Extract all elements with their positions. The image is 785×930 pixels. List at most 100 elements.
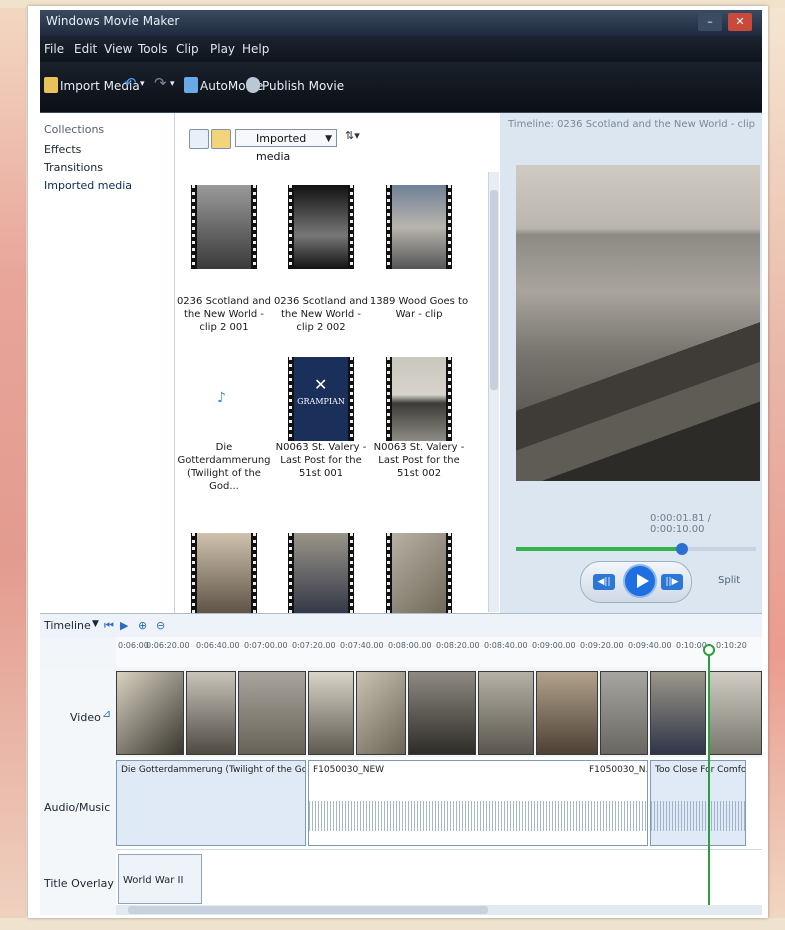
play-button[interactable]	[623, 564, 657, 598]
ruler-tick: 0:08:40.00	[484, 641, 528, 650]
playhead[interactable]	[703, 644, 715, 912]
import-media-icon	[44, 77, 58, 93]
media-thumbnail[interactable]	[386, 533, 452, 617]
redo-icon[interactable]: ↷	[154, 74, 167, 92]
media-thumbnail[interactable]	[386, 185, 452, 269]
undo-icon[interactable]: ↶	[124, 74, 137, 92]
scrollbar-thumb[interactable]	[490, 190, 498, 390]
seek-bar[interactable]	[516, 543, 756, 555]
rewind-icon[interactable]: ⏮	[104, 619, 114, 633]
audio-waveform	[651, 801, 745, 831]
automovie-icon	[184, 77, 198, 93]
media-thumbnail[interactable]	[191, 185, 257, 269]
toolbar: Import Media ↶ ▾ ↷ ▾ AutoMovie Publish M…	[40, 62, 762, 113]
scrollbar-thumb[interactable]	[128, 906, 488, 914]
audio-clip[interactable]: Too Close For Comfort	[650, 760, 746, 846]
media-caption: N0063 St. Valery - Last Post for the 51s…	[373, 442, 465, 479]
audio-clip[interactable]: Die Gotterdammerung (Twilight of the God…	[116, 760, 306, 846]
video-clip[interactable]	[238, 671, 306, 755]
timeline-ruler[interactable]: 0:06:00 0:06:20.00 0:06:40.00 0:07:00.00…	[116, 637, 762, 668]
timeline-dropdown[interactable]: Timeline	[44, 619, 91, 632]
video-track[interactable]	[116, 667, 762, 757]
collection-scrollbar[interactable]	[488, 172, 499, 612]
media-thumbnail[interactable]	[191, 533, 257, 617]
collection-dropdown[interactable]: Imported media ▼	[235, 129, 337, 163]
zoom-out-icon[interactable]: ⊖	[156, 619, 165, 632]
video-clip[interactable]	[708, 671, 762, 755]
menu-view[interactable]: View	[104, 42, 132, 56]
grampian-logo-icon: ✕	[314, 375, 328, 394]
menu-play[interactable]: Play	[210, 42, 235, 56]
video-clip[interactable]	[600, 671, 648, 755]
sort-icon[interactable]: ⇅▾	[345, 129, 363, 147]
timeline-scrollbar[interactable]	[116, 905, 762, 915]
video-clip[interactable]	[308, 671, 354, 755]
preview-pane: Timeline: 0236 Scotland and the New Worl…	[500, 113, 762, 613]
ruler-tick: 0:06:40.00	[196, 641, 240, 650]
audio-waveform	[309, 801, 647, 831]
tasks-item-effects[interactable]: Effects	[44, 143, 81, 156]
audio-clip-label: Die Gotterdammerung (Twilight of the God…	[121, 765, 306, 775]
timeline-toolbar: Timeline ▼ ⏮ ▶ ⊕ ⊖	[40, 613, 762, 638]
grampian-logo-text: GRAMPIAN	[297, 397, 345, 406]
video-clip[interactable]	[650, 671, 706, 755]
tasks-pane: Collections Effects Transitions Imported…	[40, 113, 175, 613]
ruler-tick: 0:07:20.00	[292, 641, 336, 650]
title-track-label: Title Overlay	[44, 877, 114, 890]
video-track-label: Video	[70, 711, 101, 724]
menu-edit[interactable]: Edit	[74, 42, 97, 56]
ruler-tick: 0:06:20.00	[146, 641, 190, 650]
ruler-tick: 0:06:00	[118, 641, 149, 650]
audio-track[interactable]: Die Gotterdammerung (Twilight of the God…	[116, 757, 762, 849]
collections-header: Collections	[44, 123, 105, 136]
video-clip[interactable]	[408, 671, 476, 755]
audio-clip[interactable]: F1050030_NEW F1050030_N...	[308, 760, 648, 846]
tasks-item-imported-media[interactable]: Imported media	[44, 179, 132, 192]
video-clip[interactable]	[186, 671, 236, 755]
split-button[interactable]: Split	[718, 575, 740, 586]
movie-maker-window: Windows Movie Maker – ✕ File Edit View T…	[40, 10, 762, 915]
media-thumbnail[interactable]	[288, 185, 354, 269]
media-thumbnail[interactable]	[386, 357, 452, 441]
ruler-tick: 0:07:40.00	[340, 641, 384, 650]
play-timeline-icon[interactable]: ▶	[120, 619, 128, 632]
audio-clip-label: F1050030_N...	[589, 765, 648, 775]
audio-clip-label: F1050030_NEW	[313, 765, 385, 775]
preview-title: Timeline: 0236 Scotland and the New Worl…	[508, 119, 758, 130]
menu-tools[interactable]: Tools	[138, 42, 168, 56]
seek-handle[interactable]	[676, 543, 688, 555]
title-overlay-track[interactable]: World War II	[116, 849, 762, 906]
media-caption: Die Gotterdammerung (Twilight of the God…	[177, 442, 271, 492]
zoom-in-icon[interactable]: ⊕	[138, 619, 147, 632]
tasks-item-transitions[interactable]: Transitions	[44, 161, 103, 174]
view-thumbnails-icon[interactable]	[189, 129, 209, 149]
media-thumbnail[interactable]	[288, 533, 354, 617]
expand-icon[interactable]: ⊿	[102, 707, 111, 720]
menu-file[interactable]: File	[44, 42, 64, 56]
redo-dropdown-icon[interactable]: ▾	[170, 79, 175, 89]
minimize-button[interactable]: –	[698, 13, 722, 31]
video-clip[interactable]	[116, 671, 184, 755]
collection-toolbar: Imported media ▼ ⇅▾	[175, 121, 500, 163]
previous-frame-button[interactable]: ◀||	[593, 574, 615, 590]
media-caption: 0236 Scotland and the New World - clip 2…	[176, 296, 272, 333]
undo-dropdown-icon[interactable]: ▾	[140, 79, 145, 89]
menu-bar: File Edit View Tools Clip Play Help	[40, 36, 762, 62]
title-clip[interactable]: World War II	[118, 854, 202, 904]
media-caption: 0236 Scotland and the New World - clip 2…	[273, 296, 369, 333]
folder-icon[interactable]	[211, 129, 231, 149]
chevron-down-icon[interactable]: ▼	[92, 619, 99, 629]
video-clip[interactable]	[356, 671, 406, 755]
publish-movie-button[interactable]: Publish Movie	[262, 79, 344, 93]
video-clip[interactable]	[478, 671, 534, 755]
next-frame-button[interactable]: ||▶	[661, 574, 683, 590]
video-clip[interactable]	[536, 671, 598, 755]
menu-help[interactable]: Help	[242, 42, 269, 56]
close-button[interactable]: ✕	[728, 13, 752, 31]
collection-pane: Imported media ▼ ⇅▾ 0236 Scotland and th…	[175, 113, 500, 617]
menu-clip[interactable]: Clip	[176, 42, 199, 56]
media-thumbnail[interactable]: GRAMPIAN ✕	[288, 357, 354, 441]
media-caption: N0063 St. Valery - Last Post for the 51s…	[275, 442, 367, 479]
audio-file-icon[interactable]: ♪	[217, 390, 231, 408]
ruler-tick: 0:09:20.00	[580, 641, 624, 650]
